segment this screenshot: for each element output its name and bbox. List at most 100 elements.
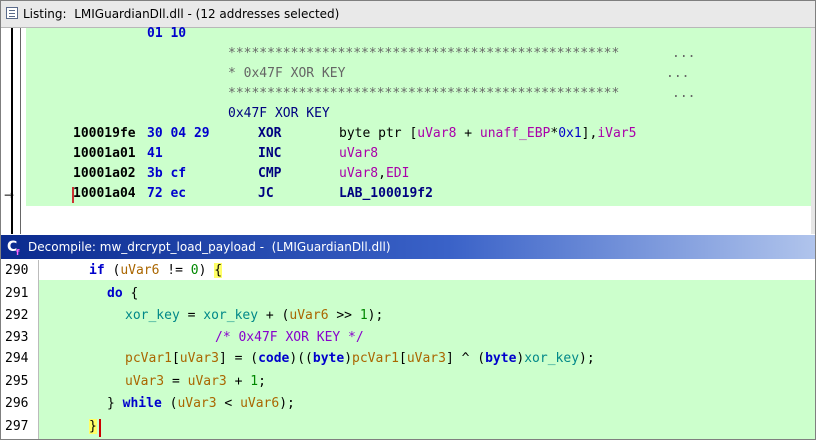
code-line[interactable]: 290 if (uVar6 != 0) { <box>1 261 815 281</box>
bytes: 3b cf <box>147 166 187 181</box>
operand-register[interactable]: EDI <box>386 166 409 181</box>
global-variable[interactable]: xor_key <box>524 351 579 366</box>
bytes: 01 10 <box>147 26 187 41</box>
listing-instruction-row[interactable]: 10001a02 3b cf CMP uVar8,EDI <box>26 164 811 184</box>
operand-scalar[interactable]: 0x1 <box>558 126 581 141</box>
operand-variable[interactable]: uVar8 <box>339 166 378 181</box>
decompiler-icon: Cf <box>7 239 20 257</box>
address[interactable]: 10001a01 <box>73 144 136 164</box>
operand-text: ], <box>581 126 598 141</box>
constant[interactable]: 1 <box>250 374 258 389</box>
code-text: [ <box>398 351 407 366</box>
variable[interactable]: pcVar1 <box>352 351 399 366</box>
line-number: 291 <box>5 286 29 301</box>
code-line[interactable]: 294 pcVar1[uVar3] = (code)((byte)pcVar1[… <box>1 349 815 369</box>
code-line[interactable]: 297 } <box>1 417 815 437</box>
line-number: 294 <box>5 351 29 366</box>
flow-arrow-line <box>11 28 13 234</box>
line-number: 290 <box>5 263 29 278</box>
constant[interactable]: 0 <box>191 263 199 278</box>
plate-comment: * 0x47F XOR KEY <box>228 66 346 81</box>
code-text: + ( <box>258 308 290 323</box>
variable[interactable]: uVar6 <box>240 396 279 411</box>
line-number: 292 <box>5 308 29 323</box>
truncation-dots: ... <box>672 46 696 61</box>
listing-row[interactable]: * 0x47F XOR KEY ... <box>26 64 811 84</box>
code-text: != <box>159 263 191 278</box>
listing-row[interactable]: ****************************************… <box>26 84 811 104</box>
code-label[interactable]: 0x47F XOR KEY <box>228 104 330 124</box>
variable[interactable]: uVar3 <box>407 351 446 366</box>
code-text: >> <box>328 308 360 323</box>
listing-row[interactable]: 0x47F XOR KEY <box>26 104 811 124</box>
code-line[interactable]: 293 /* 0x47F XOR KEY */ <box>1 328 815 348</box>
address[interactable]: 10001a02 <box>73 164 136 184</box>
bytes: 30 04 29 <box>147 126 210 141</box>
variable[interactable]: uVar3 <box>188 374 227 389</box>
type-keyword[interactable]: code <box>258 351 289 366</box>
line-number: 293 <box>5 330 29 345</box>
listing-row[interactable]: 01 10 <box>26 24 811 44</box>
listing-row[interactable]: ****************************************… <box>26 44 811 64</box>
mnemonic[interactable]: XOR <box>258 124 281 144</box>
code-line[interactable]: 292 xor_key = xor_key + (uVar6 >> 1); <box>1 306 815 326</box>
operand-text: * <box>550 126 559 141</box>
global-variable[interactable]: xor_key <box>203 308 258 323</box>
operand-variable[interactable]: unaff_EBP <box>480 126 550 141</box>
listing-instruction-row[interactable]: 100019fe 30 04 29 XOR byte ptr [uVar8 + … <box>26 124 811 144</box>
type-keyword[interactable]: byte <box>485 351 516 366</box>
code-text: ) <box>198 263 215 278</box>
code-text: ; <box>258 374 266 389</box>
variable[interactable]: uVar3 <box>177 396 216 411</box>
listing-margin[interactable]: → <box>1 28 26 234</box>
matching-brace[interactable]: } <box>89 419 97 434</box>
keyword[interactable]: do <box>107 286 123 301</box>
variable[interactable]: uVar3 <box>125 374 164 389</box>
listing-instruction-row[interactable]: 10001a04 72 ec JC LAB_100019f2 <box>26 184 811 204</box>
operand-label[interactable]: LAB_100019f2 <box>339 184 433 204</box>
operand-variable[interactable]: uVar8 <box>417 126 456 141</box>
listing-scrollbar[interactable] <box>811 28 815 234</box>
code-text: ( <box>104 263 121 278</box>
code-text: ); <box>367 308 384 323</box>
code-text: ] = ( <box>218 351 259 366</box>
listing-instruction-row[interactable]: 10001a01 41 INC uVar8 <box>26 144 811 164</box>
code-text: { <box>122 286 139 301</box>
truncation-dots: ... <box>666 66 690 81</box>
mnemonic[interactable]: INC <box>258 144 281 164</box>
code-line[interactable]: 295 uVar3 = uVar3 + 1; <box>1 372 815 392</box>
constant[interactable]: 1 <box>360 308 368 323</box>
decompile-view[interactable]: 290 if (uVar6 != 0) { 291 do { 292 xor_k… <box>1 260 815 439</box>
decompile-title-bar[interactable]: Cf Decompile: mw_drcrypt_load_payload - … <box>1 235 815 259</box>
bytes: 41 <box>147 146 163 161</box>
mnemonic[interactable]: JC <box>258 184 274 204</box>
address[interactable]: 10001a04 <box>73 184 136 204</box>
keyword[interactable]: if <box>89 263 105 278</box>
address[interactable]: 100019fe <box>73 124 136 144</box>
plate-comment-border: ****************************************… <box>228 46 620 61</box>
code-text: ); <box>579 351 595 366</box>
variable[interactable]: uVar6 <box>289 308 328 323</box>
variable[interactable]: uVar3 <box>180 351 219 366</box>
global-variable[interactable]: xor_key <box>125 308 180 323</box>
code-comment: /* 0x47F XOR KEY */ <box>215 330 364 345</box>
mnemonic[interactable]: CMP <box>258 164 281 184</box>
matching-brace[interactable]: { <box>214 263 223 278</box>
operand-variable[interactable]: iVar5 <box>597 126 636 141</box>
operand-text: + <box>456 126 480 141</box>
code-line[interactable]: 291 do { <box>1 284 815 304</box>
line-number: 296 <box>5 396 29 411</box>
keyword[interactable]: while <box>123 396 162 411</box>
listing-icon <box>6 7 18 19</box>
type-keyword[interactable]: byte <box>313 351 344 366</box>
code-text: } <box>107 396 123 411</box>
operand-variable[interactable]: uVar8 <box>339 144 378 164</box>
operand-text: , <box>378 166 386 181</box>
listing-view[interactable]: 01 10 **********************************… <box>26 26 815 234</box>
variable[interactable]: pcVar1 <box>125 351 172 366</box>
variable[interactable]: uVar6 <box>120 263 159 278</box>
code-line[interactable]: 296 } while (uVar3 < uVar6); <box>1 394 815 414</box>
code-text: )(( <box>289 351 313 366</box>
ghidra-window: Listing: LMIGuardianDll.dll - (12 addres… <box>0 0 816 440</box>
line-number: 295 <box>5 374 29 389</box>
